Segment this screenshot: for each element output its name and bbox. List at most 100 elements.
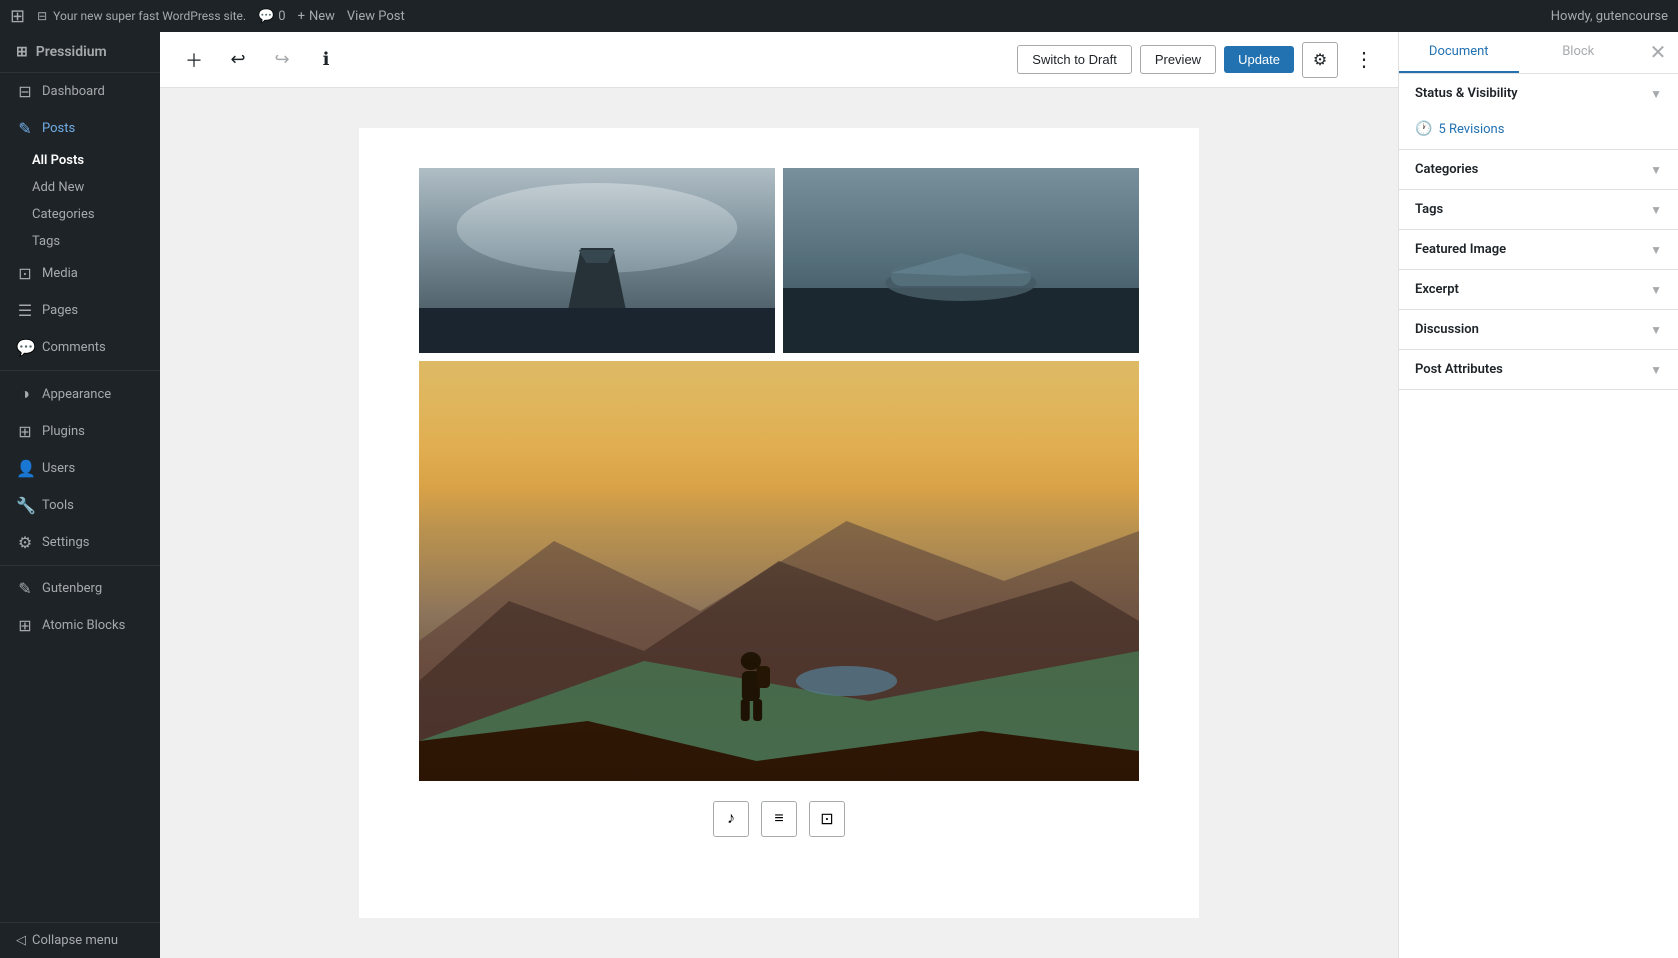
settings-gear-icon: ⚙ xyxy=(1313,50,1327,70)
road-svg xyxy=(419,168,775,353)
editor-area: ＋ ↩ ↪ ℹ Switch to Draft Preview Update xyxy=(160,32,1398,958)
status-visibility-header[interactable]: Status & Visibility ▼ xyxy=(1399,74,1678,113)
sidebar-subitem-categories[interactable]: Categories xyxy=(0,201,160,228)
categories-header[interactable]: Categories ▼ xyxy=(1399,150,1678,189)
block-tab-label: Block xyxy=(1562,44,1594,59)
tags-header[interactable]: Tags ▼ xyxy=(1399,190,1678,229)
switch-to-draft-button[interactable]: Switch to Draft xyxy=(1017,45,1132,74)
sidebar-item-settings[interactable]: ⚙ Settings xyxy=(0,524,160,561)
audio-block-button[interactable]: ♪ xyxy=(713,801,749,837)
sidebar-item-tools[interactable]: 🔧 Tools xyxy=(0,487,160,524)
sidebar-item-plugins[interactable]: ⊞ Plugins xyxy=(0,413,160,450)
more-options-button[interactable]: ⋮ xyxy=(1346,42,1382,78)
sidebar-item-posts[interactable]: ✎ Posts xyxy=(0,110,160,147)
brand-name: Pressidium xyxy=(36,44,107,60)
new-label: New xyxy=(309,9,335,24)
comments-link[interactable]: 💬 0 xyxy=(258,9,286,24)
featured-image-arrow: ▼ xyxy=(1650,243,1662,257)
sidebar-item-pages[interactable]: ☰ Pages xyxy=(0,292,160,329)
section-post-attributes: Post Attributes ▼ xyxy=(1399,350,1678,390)
users-icon: 👤 xyxy=(16,459,34,478)
excerpt-arrow: ▼ xyxy=(1650,283,1662,297)
sidebar-subitem-add-new[interactable]: Add New xyxy=(0,174,160,201)
excerpt-title: Excerpt xyxy=(1415,282,1459,297)
list-icon: ≡ xyxy=(774,810,783,828)
tab-document[interactable]: Document xyxy=(1399,32,1519,73)
undo-button[interactable]: ↩ xyxy=(220,42,256,78)
sidebar-item-comments[interactable]: 💬 Comments xyxy=(0,329,160,366)
settings-icon: ⚙ xyxy=(16,533,34,552)
image-icon: ⊡ xyxy=(820,809,833,829)
image-mountain xyxy=(419,361,1139,781)
panel-content: Status & Visibility ▼ 🕐 5 Revisions Cate… xyxy=(1399,74,1678,958)
sidebar-subitem-tags[interactable]: Tags xyxy=(0,228,160,255)
sidebar-subitem-all-posts[interactable]: All Posts xyxy=(0,147,160,174)
sidebar-label-users: Users xyxy=(42,461,75,476)
sidebar-label-pages: Pages xyxy=(42,303,78,318)
posts-icon: ✎ xyxy=(16,119,34,138)
sidebar-divider-2 xyxy=(0,565,160,566)
post-attributes-arrow: ▼ xyxy=(1650,363,1662,377)
editor-canvas[interactable]: ♪ ≡ ⊡ xyxy=(160,88,1398,958)
canvas-inner: ♪ ≡ ⊡ xyxy=(359,128,1199,918)
revisions-link[interactable]: 🕐 5 Revisions xyxy=(1399,113,1678,149)
audio-icon: ♪ xyxy=(727,810,735,828)
toolbar-right: Switch to Draft Preview Update ⚙ ⋮ xyxy=(1017,42,1382,78)
status-visibility-title: Status & Visibility xyxy=(1415,86,1518,101)
redo-icon: ↪ xyxy=(274,49,289,70)
sidebar-item-gutenberg[interactable]: ✎ Gutenberg xyxy=(0,570,160,607)
editor-toolbar: ＋ ↩ ↪ ℹ Switch to Draft Preview Update xyxy=(160,32,1398,88)
panel-close-button[interactable]: ✕ xyxy=(1638,32,1678,72)
revisions-clock-icon: 🕐 xyxy=(1415,121,1432,137)
section-featured-image: Featured Image ▼ xyxy=(1399,230,1678,270)
media-icon: ⊡ xyxy=(16,264,34,283)
comments-count: 0 xyxy=(278,9,285,24)
sidebar-item-appearance[interactable]: ◑ Appearance xyxy=(0,375,160,413)
tab-block[interactable]: Block xyxy=(1519,32,1639,73)
new-menu[interactable]: + New xyxy=(298,9,335,24)
sidebar-item-dashboard[interactable]: ⊟ Dashboard xyxy=(0,73,160,110)
sidebar-label-tools: Tools xyxy=(42,498,74,513)
tools-icon: 🔧 xyxy=(16,496,34,515)
add-block-button[interactable]: ＋ xyxy=(176,42,212,78)
sidebar-label-plugins: Plugins xyxy=(42,424,85,439)
sidebar-item-media[interactable]: ⊡ Media xyxy=(0,255,160,292)
sidebar-item-users[interactable]: 👤 Users xyxy=(0,450,160,487)
preview-button[interactable]: Preview xyxy=(1140,45,1216,74)
featured-image-header[interactable]: Featured Image ▼ xyxy=(1399,230,1678,269)
sidebar-label-posts: Posts xyxy=(42,121,75,136)
collapse-menu-button[interactable]: ◁ Collapse menu xyxy=(0,922,160,958)
sidebar-brand: ⊞ Pressidium xyxy=(0,32,160,73)
view-post-link[interactable]: View Post xyxy=(347,9,405,24)
gallery-row-2 xyxy=(419,361,1139,781)
excerpt-header[interactable]: Excerpt ▼ xyxy=(1399,270,1678,309)
settings-button[interactable]: ⚙ xyxy=(1302,42,1338,78)
tags-title: Tags xyxy=(1415,202,1443,217)
plane-svg xyxy=(783,168,1139,353)
update-button[interactable]: Update xyxy=(1224,46,1294,73)
discussion-title: Discussion xyxy=(1415,322,1479,337)
sidebar-label-gutenberg: Gutenberg xyxy=(42,581,102,596)
site-name[interactable]: ⊟ Your new super fast WordPress site. xyxy=(37,9,246,23)
sidebar-divider-1 xyxy=(0,370,160,371)
post-attributes-header[interactable]: Post Attributes ▼ xyxy=(1399,350,1678,389)
comments-icon: 💬 xyxy=(16,338,34,357)
right-panel: Document Block ✕ Status & Visibility ▼ 🕐… xyxy=(1398,32,1678,958)
redo-button[interactable]: ↪ xyxy=(264,42,300,78)
status-visibility-arrow: ▼ xyxy=(1650,87,1662,101)
sidebar-item-atomic-blocks[interactable]: ⊞ Atomic Blocks xyxy=(0,607,160,644)
panel-tabs: Document Block ✕ xyxy=(1399,32,1678,74)
sidebar-label-appearance: Appearance xyxy=(42,387,111,402)
preview-label: Preview xyxy=(1155,52,1201,67)
discussion-header[interactable]: Discussion ▼ xyxy=(1399,310,1678,349)
info-button[interactable]: ℹ xyxy=(308,42,344,78)
featured-image-title: Featured Image xyxy=(1415,242,1506,257)
section-discussion: Discussion ▼ xyxy=(1399,310,1678,350)
tags-label: Tags xyxy=(32,234,60,249)
list-block-button[interactable]: ≡ xyxy=(761,801,797,837)
section-categories: Categories ▼ xyxy=(1399,150,1678,190)
main-layout: ⊞ Pressidium ⊟ Dashboard ✎ Posts All Pos… xyxy=(0,32,1678,958)
image-block-button[interactable]: ⊡ xyxy=(809,801,845,837)
gutenberg-icon: ✎ xyxy=(16,579,34,598)
atomic-blocks-icon: ⊞ xyxy=(16,616,34,635)
